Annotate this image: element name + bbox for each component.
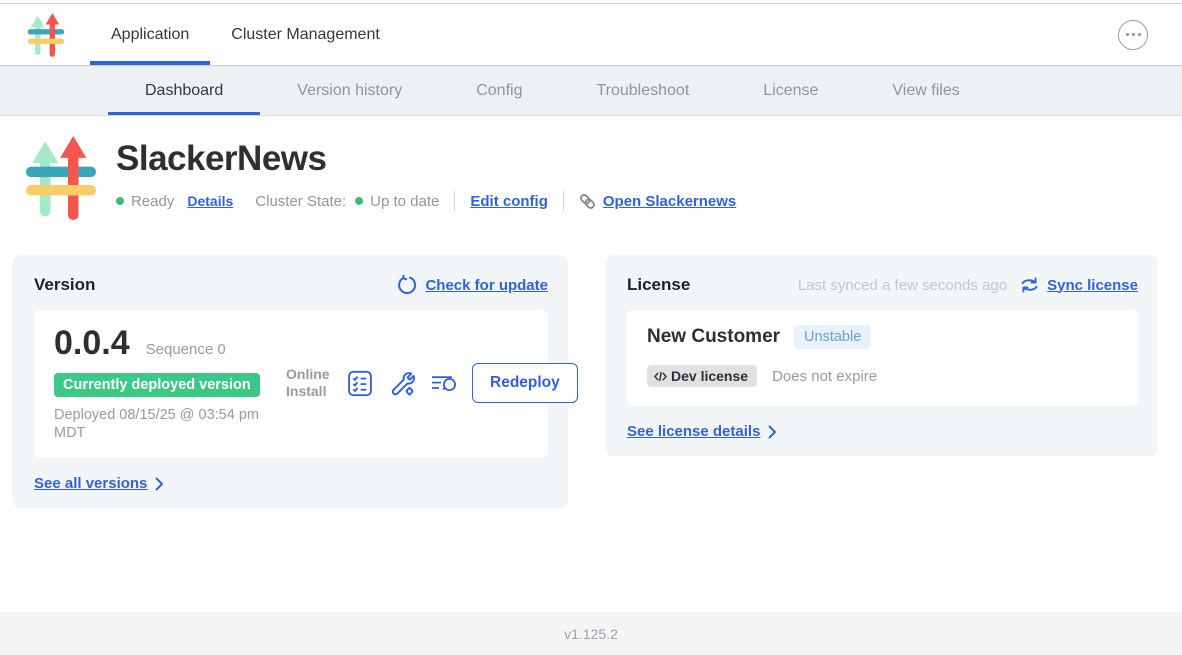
see-all-versions-label: See all versions bbox=[34, 475, 147, 492]
open-app-label: Open Slackernews bbox=[603, 193, 736, 210]
license-card-title: License bbox=[627, 275, 690, 295]
cluster-state-dot bbox=[355, 197, 363, 205]
divider bbox=[563, 191, 564, 211]
brand-logo[interactable] bbox=[26, 13, 66, 57]
subnav-view-files-label: View files bbox=[892, 82, 959, 100]
app-icon bbox=[22, 136, 100, 220]
main-header: Application Cluster Management bbox=[0, 4, 1182, 66]
version-number: 0.0.4 bbox=[54, 324, 130, 363]
code-icon bbox=[653, 370, 668, 383]
console-version: v1.125.2 bbox=[564, 626, 618, 642]
tab-cluster-management-label: Cluster Management bbox=[231, 26, 380, 44]
see-license-details-link[interactable]: See license details bbox=[627, 423, 1138, 440]
subnav-config-label: Config bbox=[476, 82, 522, 100]
app-header: SlackerNews Ready Details Cluster State:… bbox=[0, 116, 1182, 220]
overflow-menu-button[interactable] bbox=[1118, 20, 1148, 50]
see-license-details-label: See license details bbox=[627, 423, 760, 440]
license-type-label: Dev license bbox=[671, 368, 748, 384]
version-card-title: Version bbox=[34, 275, 95, 295]
tab-application[interactable]: Application bbox=[90, 4, 210, 65]
chevron-right-icon bbox=[155, 477, 164, 491]
app-status-text: Ready bbox=[131, 193, 174, 210]
sync-license-link[interactable]: Sync license bbox=[1020, 276, 1138, 294]
subnav-tab-view-files[interactable]: View files bbox=[855, 66, 996, 115]
subnav-troubleshoot-label: Troubleshoot bbox=[596, 82, 689, 100]
sync-license-label: Sync license bbox=[1047, 277, 1138, 294]
page-title: SlackerNews bbox=[116, 139, 736, 179]
app-status-dot bbox=[116, 197, 124, 205]
install-type-label: Online Install bbox=[286, 366, 332, 401]
chevron-right-icon bbox=[768, 425, 777, 439]
channel-badge: Unstable bbox=[794, 325, 871, 349]
last-synced-text: Last synced a few seconds ago bbox=[798, 277, 1007, 294]
subnav-tab-dashboard[interactable]: Dashboard bbox=[108, 66, 260, 115]
check-for-update-link[interactable]: Check for update bbox=[397, 275, 548, 295]
view-config-icon[interactable] bbox=[388, 369, 416, 397]
sync-arrows-icon bbox=[1020, 276, 1039, 294]
preflight-checks-icon[interactable] bbox=[346, 369, 374, 397]
subnav-tab-config[interactable]: Config bbox=[439, 66, 559, 115]
dashboard-cards: Version Check for update 0.0.4 Sequence … bbox=[12, 255, 1158, 508]
arrows-hash-logo-icon bbox=[26, 13, 66, 57]
license-expiration: Does not expire bbox=[772, 368, 877, 385]
cluster-state-label: Cluster State: bbox=[255, 193, 346, 210]
open-app-link[interactable]: Open Slackernews bbox=[579, 193, 736, 210]
details-link[interactable]: Details bbox=[187, 193, 233, 209]
divider bbox=[454, 191, 455, 211]
customer-name: New Customer bbox=[647, 326, 780, 348]
redeploy-button[interactable]: Redeploy bbox=[472, 363, 578, 403]
admin-console-screen: Application Cluster Management Dashboard… bbox=[0, 0, 1182, 655]
cluster-state-value: Up to date bbox=[370, 193, 439, 210]
chain-link-icon bbox=[579, 193, 596, 210]
edit-config-link[interactable]: Edit config bbox=[470, 193, 548, 210]
main-tabs: Application Cluster Management bbox=[90, 4, 401, 65]
app-footer: v1.125.2 bbox=[0, 612, 1182, 655]
subnav-license-label: License bbox=[763, 82, 818, 100]
app-status-row: Ready Details Cluster State: Up to date … bbox=[116, 191, 736, 211]
ellipsis-icon bbox=[1126, 33, 1129, 36]
sequence-label: Sequence 0 bbox=[146, 341, 226, 358]
subnav-dashboard-label: Dashboard bbox=[145, 82, 223, 100]
subnav-tab-license[interactable]: License bbox=[726, 66, 855, 115]
deploy-logs-icon[interactable] bbox=[430, 369, 458, 397]
app-subnav: Dashboard Version history Config Trouble… bbox=[0, 66, 1182, 116]
refresh-icon bbox=[397, 275, 417, 295]
deployed-timestamp: Deployed 08/15/25 @ 03:54 pm MDT bbox=[54, 406, 259, 442]
current-version-panel: 0.0.4 Sequence 0 Currently deployed vers… bbox=[34, 310, 548, 458]
subnav-tab-troubleshoot[interactable]: Troubleshoot bbox=[559, 66, 726, 115]
see-all-versions-link[interactable]: See all versions bbox=[34, 475, 548, 492]
subnav-tab-version-history[interactable]: Version history bbox=[260, 66, 439, 115]
deployed-badge: Currently deployed version bbox=[54, 373, 260, 397]
subnav-version-history-label: Version history bbox=[297, 82, 402, 100]
tab-application-label: Application bbox=[111, 26, 189, 44]
arrows-hash-logo-icon-large bbox=[22, 136, 100, 220]
tab-cluster-management[interactable]: Cluster Management bbox=[210, 4, 401, 65]
license-panel: New Customer Unstable Dev license Does n… bbox=[627, 310, 1138, 406]
version-card: Version Check for update 0.0.4 Sequence … bbox=[12, 255, 568, 508]
license-card: License Last synced a few seconds ago Sy… bbox=[605, 255, 1158, 456]
check-for-update-label: Check for update bbox=[425, 277, 548, 294]
license-type-badge: Dev license bbox=[647, 365, 757, 387]
